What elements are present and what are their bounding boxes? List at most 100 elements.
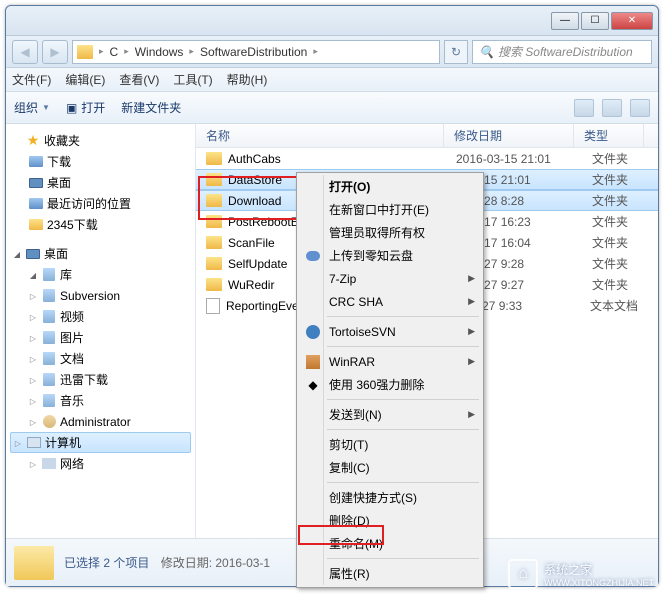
file-type: 文件夹: [592, 276, 628, 293]
ctx-crcsha[interactable]: CRC SHA▶: [299, 290, 481, 313]
file-type: 文件夹: [592, 234, 628, 251]
file-row[interactable]: AuthCabs2016-03-15 21:01文件夹: [196, 148, 658, 169]
library-icon: [41, 267, 57, 283]
sidebar-videos[interactable]: 视频: [6, 306, 195, 327]
sidebar-subversion[interactable]: Subversion: [6, 285, 195, 306]
ctx-winrar[interactable]: WinRAR▶: [299, 350, 481, 373]
ctx-open-new[interactable]: 在新窗口中打开(E): [299, 198, 481, 221]
menu-file[interactable]: 文件(F): [12, 71, 51, 88]
help-button[interactable]: [630, 99, 650, 117]
ctx-7zip[interactable]: 7-Zip▶: [299, 267, 481, 290]
toolbar-open[interactable]: ▣ 打开: [66, 99, 105, 116]
forward-button[interactable]: ▶: [42, 40, 68, 64]
ctx-label: 复制(C): [329, 459, 370, 476]
column-name[interactable]: 名称: [196, 124, 444, 147]
sidebar-admin[interactable]: Administrator: [6, 411, 195, 432]
menu-tools[interactable]: 工具(T): [173, 71, 212, 88]
desktop-icon: [28, 175, 44, 191]
column-date[interactable]: 修改日期: [444, 124, 574, 147]
ctx-delete[interactable]: 删除(D): [299, 509, 481, 532]
chevron-right-icon: ▶: [468, 273, 475, 284]
titlebar: — ☐ ✕: [6, 6, 658, 36]
sidebar-desktop[interactable]: 桌面: [6, 172, 195, 193]
music-icon: [41, 393, 57, 409]
ctx-shortcut[interactable]: 创建快捷方式(S): [299, 486, 481, 509]
sidebar-item-label: 桌面: [44, 245, 68, 262]
ctx-label: 打开(O): [329, 178, 370, 195]
folder-icon: [28, 217, 44, 233]
watermark-text: 系统之家: [544, 561, 654, 578]
ctx-tortoisesvn[interactable]: TortoiseSVN▶: [299, 320, 481, 343]
toolbar-organize[interactable]: 组织 ▼: [14, 99, 50, 116]
menu-help[interactable]: 帮助(H): [227, 71, 268, 88]
ctx-label: 删除(D): [329, 512, 370, 529]
svn-icon: [305, 324, 321, 340]
ctx-label: 创建快捷方式(S): [329, 489, 417, 506]
ctx-label: 在新窗口中打开(E): [329, 201, 429, 218]
menu-view[interactable]: 查看(V): [119, 71, 159, 88]
folder-icon: [206, 236, 222, 249]
chevron-right-icon: ▸: [99, 46, 104, 57]
ctx-properties[interactable]: 属性(R): [299, 562, 481, 585]
column-type[interactable]: 类型: [574, 124, 644, 147]
status-modified-label: 修改日期:: [161, 556, 212, 570]
sidebar-music[interactable]: 音乐: [6, 390, 195, 411]
breadcrumb-folder[interactable]: Windows: [135, 45, 184, 59]
file-type: 文件夹: [592, 171, 628, 188]
file-date: 2016-03-15 21:01: [456, 152, 586, 166]
separator: [327, 346, 479, 347]
menu-edit[interactable]: 编辑(E): [65, 71, 105, 88]
sidebar-documents[interactable]: 文档: [6, 348, 195, 369]
sidebar-recent[interactable]: 最近访问的位置: [6, 193, 195, 214]
sidebar-libraries[interactable]: 库: [6, 264, 195, 285]
sidebar-network[interactable]: 网络: [6, 453, 195, 474]
breadcrumb-drive[interactable]: C: [110, 45, 119, 59]
ctx-label: CRC SHA: [329, 295, 383, 309]
toolbar-newfolder[interactable]: 新建文件夹: [121, 99, 181, 116]
ctx-label: 管理员取得所有权: [329, 224, 425, 241]
ctx-label: 发送到(N): [329, 406, 382, 423]
separator: [327, 429, 479, 430]
sidebar-2345[interactable]: 2345下载: [6, 214, 195, 235]
ctx-rename[interactable]: 重命名(M): [299, 532, 481, 555]
sidebar-item-label: 图片: [60, 329, 84, 346]
ctx-360-delete[interactable]: ◆使用 360强力删除: [299, 373, 481, 396]
ctx-ownership[interactable]: 管理员取得所有权: [299, 221, 481, 244]
ctx-sendto[interactable]: 发送到(N)▶: [299, 403, 481, 426]
sidebar-favorites[interactable]: ★收藏夹: [6, 130, 195, 151]
sidebar-item-label: Subversion: [60, 289, 120, 303]
sidebar-downloads[interactable]: 下载: [6, 151, 195, 172]
ctx-copy[interactable]: 复制(C): [299, 456, 481, 479]
breadcrumb[interactable]: ▸ C ▸ Windows ▸ SoftwareDistribution ▸: [72, 40, 440, 64]
minimize-button[interactable]: —: [551, 12, 579, 30]
ctx-upload-cloud[interactable]: 上传到零知云盘: [299, 244, 481, 267]
recent-icon: [28, 196, 44, 212]
file-type: 文本文档: [590, 297, 638, 314]
sidebar-item-label: 计算机: [45, 434, 81, 451]
ctx-label: 属性(R): [329, 565, 370, 582]
breadcrumb-folder[interactable]: SoftwareDistribution: [200, 45, 307, 59]
sidebar-pictures[interactable]: 图片: [6, 327, 195, 348]
ctx-label: 重命名(M): [329, 535, 383, 552]
winrar-icon: [305, 354, 321, 370]
maximize-button[interactable]: ☐: [581, 12, 609, 30]
preview-pane-button[interactable]: [602, 99, 622, 117]
sidebar-item-label: 视频: [60, 308, 84, 325]
sidebar-desktop-root[interactable]: 桌面: [6, 243, 195, 264]
sidebar: ★收藏夹 下载 桌面 最近访问的位置 2345下载 桌面 库 Subversio…: [6, 124, 196, 538]
search-input[interactable]: 🔍 搜索 SoftwareDistribution: [472, 40, 652, 64]
view-options-button[interactable]: [574, 99, 594, 117]
sidebar-xunlei[interactable]: 迅雷下载: [6, 369, 195, 390]
back-button[interactable]: ◀: [12, 40, 38, 64]
chevron-right-icon: ▶: [468, 326, 475, 337]
close-button[interactable]: ✕: [611, 12, 653, 30]
folder-icon: [206, 194, 222, 207]
file-type: 文件夹: [592, 255, 628, 272]
chevron-down-icon: ▼: [42, 103, 50, 112]
sidebar-computer[interactable]: 计算机: [10, 432, 191, 453]
refresh-button[interactable]: ↻: [444, 40, 468, 64]
ctx-label: 使用 360强力删除: [329, 376, 424, 393]
ctx-cut[interactable]: 剪切(T): [299, 433, 481, 456]
chevron-right-icon: ▸: [124, 46, 129, 57]
ctx-open[interactable]: 打开(O): [299, 175, 481, 198]
